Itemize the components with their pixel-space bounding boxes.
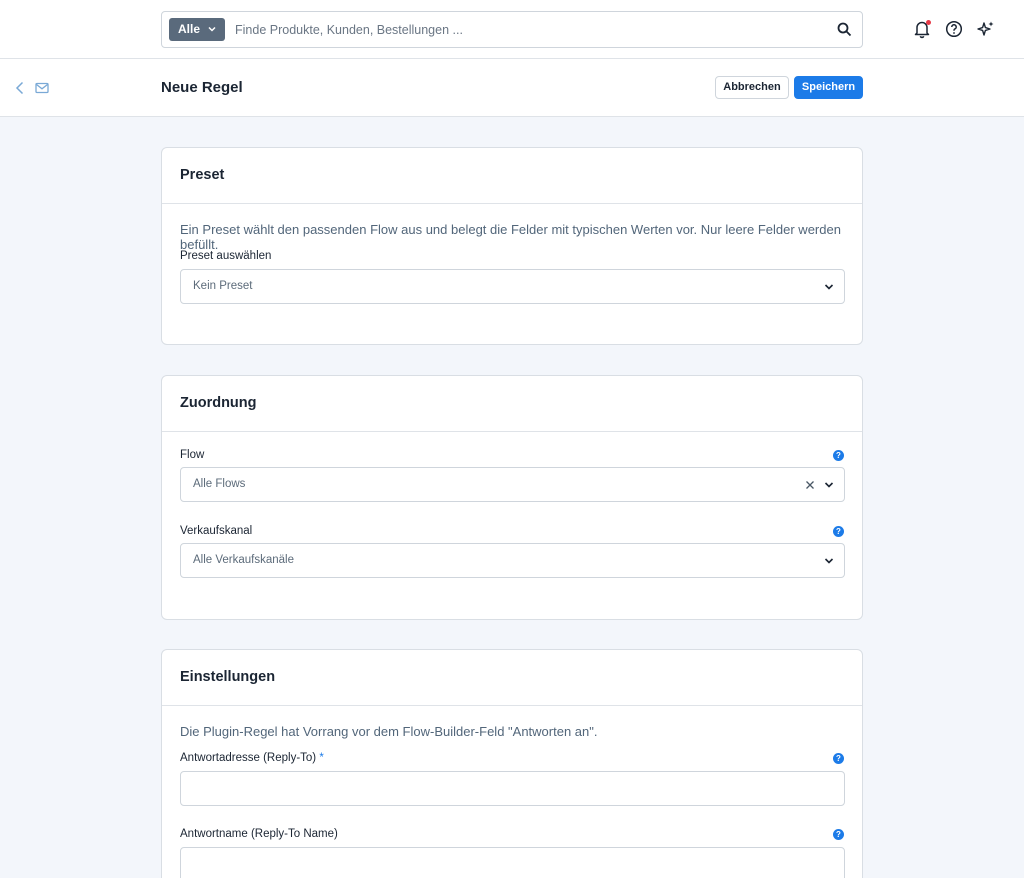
reply-to-help-icon[interactable]: ?	[833, 753, 844, 764]
flow-select[interactable]: Alle Flows	[180, 467, 845, 502]
reply-to-name-help-icon[interactable]: ?	[833, 829, 844, 840]
help-circle-icon[interactable]	[944, 19, 964, 39]
mail-icon	[35, 82, 49, 94]
close-icon[interactable]	[805, 480, 815, 490]
cancel-button[interactable]: Abbrechen	[715, 76, 789, 99]
reply-to-name-input[interactable]	[180, 847, 845, 878]
mapping-card: Zuordnung Flow ? Alle Flows Verkaufskana…	[161, 375, 863, 620]
mapping-card-title: Zuordnung	[162, 376, 862, 432]
settings-card: Einstellungen Die Plugin-Regel hat Vorra…	[161, 649, 863, 878]
save-button[interactable]: Speichern	[794, 76, 863, 99]
reply-to-label-text: Antwortadresse (Reply-To)	[180, 752, 317, 764]
preset-label: Preset auswählen	[180, 250, 272, 262]
search-scope-label: Alle	[178, 22, 201, 36]
sales-channel-select[interactable]: Alle Verkaufskanäle	[180, 543, 845, 578]
chevron-down-icon	[824, 482, 834, 488]
flow-label: Flow	[180, 449, 205, 461]
reply-to-label: Antwortadresse (Reply-To) *	[180, 752, 324, 764]
sales-channel-help-icon[interactable]: ?	[833, 526, 844, 537]
chevron-down-icon	[824, 558, 834, 564]
search-icon[interactable]	[837, 22, 852, 37]
reply-to-name-label: Antwortname (Reply-To Name)	[180, 828, 338, 840]
flow-select-value: Alle Flows	[193, 478, 246, 490]
search-input[interactable]	[235, 20, 825, 40]
chevron-left-icon[interactable]	[14, 81, 26, 95]
settings-description: Die Plugin-Regel hat Vorrang vor dem Flo…	[180, 724, 598, 739]
notification-dot	[926, 20, 931, 25]
page-header: Neue Regel Abbrechen Speichern	[0, 59, 1024, 117]
sales-channel-label: Verkaufskanal	[180, 525, 253, 537]
flow-help-icon[interactable]: ?	[833, 450, 844, 461]
top-bar: Alle	[0, 0, 1024, 59]
global-search: Alle	[161, 11, 863, 48]
sparkle-icon[interactable]	[976, 19, 996, 39]
chevron-down-icon	[208, 26, 216, 32]
search-scope-dropdown[interactable]: Alle	[169, 18, 225, 41]
reply-to-input[interactable]	[180, 771, 845, 806]
page-title: Neue Regel	[161, 79, 243, 96]
settings-card-title: Einstellungen	[162, 650, 862, 706]
preset-select[interactable]: Kein Preset	[180, 269, 845, 304]
preset-description: Ein Preset wählt den passenden Flow aus …	[180, 222, 841, 252]
required-marker: *	[319, 752, 324, 764]
sales-channel-select-value: Alle Verkaufskanäle	[193, 554, 295, 566]
preset-card: Preset Ein Preset wählt den passenden Fl…	[161, 147, 863, 345]
chevron-down-icon	[824, 284, 834, 290]
preset-card-title: Preset	[162, 148, 862, 204]
preset-select-value: Kein Preset	[193, 280, 253, 292]
